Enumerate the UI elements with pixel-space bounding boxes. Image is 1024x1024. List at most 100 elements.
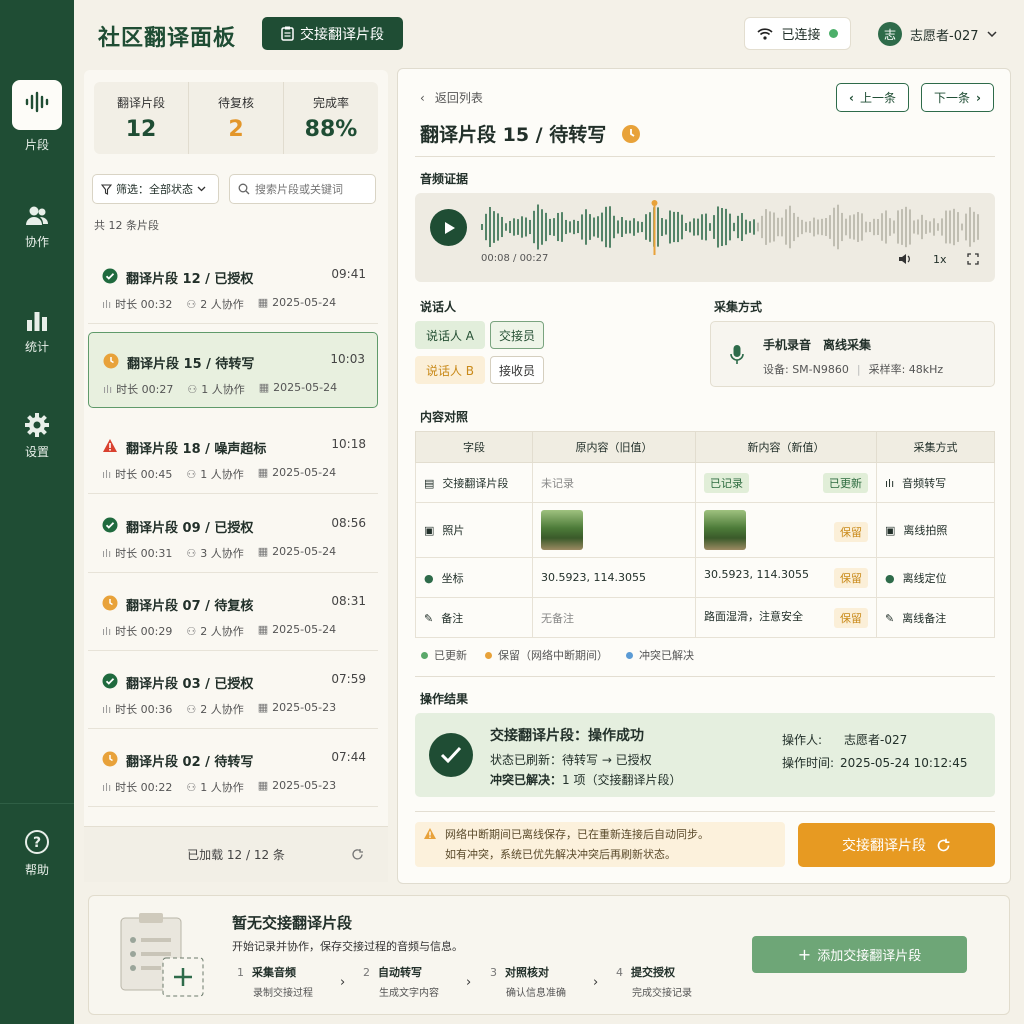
user-name: 志愿者-027 (910, 28, 979, 44)
list-footer: 已加载 12 / 12 条 (84, 826, 388, 882)
field-name: 交接翻译片段 (442, 476, 509, 490)
users-icon: ⚇ (186, 547, 197, 560)
segment-item-duration: 时长 00:36 (115, 703, 173, 716)
table-row: ▣ 照片 保留 ▣ 离线拍照 (415, 502, 995, 558)
prev-label: 上一条 (859, 91, 896, 105)
speed-control[interactable]: 1x (933, 253, 947, 266)
segment-item-title: 翻译片段 12 / 已授权 (126, 272, 254, 287)
result-line2: 1 项（交接翻译片段） (562, 773, 682, 787)
segment-item-date: 2025-05-24 (273, 381, 338, 394)
old-value: 无备注 (532, 597, 696, 638)
handover-label: 交接翻译片段 (842, 838, 926, 854)
audio-waveform[interactable] (480, 199, 985, 259)
list-item[interactable]: 翻译片段 12 / 已授权 09:41 ılı 时长 00:32 ⚇ 2 人协作 ▦ 2025… (88, 248, 378, 324)
time-current: 00:08 (481, 253, 510, 264)
device-info: 设备: SM-N9860 (763, 363, 849, 376)
status-filter[interactable]: 筛选：全部状态 (92, 174, 219, 204)
add-segment-label: 添加交接翻译片段 (817, 949, 922, 964)
clock-status-icon (621, 125, 640, 143)
calendar-icon: ▦ (258, 381, 270, 394)
handover-top-button[interactable]: 交接翻译片段 (262, 17, 403, 50)
clock-icon (103, 353, 119, 372)
refresh-icon[interactable] (351, 848, 364, 861)
sidebar-item-label: 片段 (24, 138, 49, 152)
stat-value: 88% (304, 117, 358, 142)
list-item[interactable]: 翻译片段 15 / 待转写 10:03 ılı 时长 00:27 ⚇ 1 人协作 ▦ 2025… (88, 332, 378, 408)
list-item[interactable]: 翻译片段 18 / 噪声超标 10:18 ılı 时长 00:45 ⚇ 1 人协作 ▦ 202… (88, 418, 378, 494)
playhead-knob (651, 200, 658, 206)
result-line2-label: 冲突已解决： (490, 773, 563, 787)
capture-method-cell: 离线定位 (902, 571, 947, 585)
capture-method-cell: 音频转写 (902, 476, 947, 490)
note-line2: 如有冲突，系统已优先解决冲突后再刷新状态。 (445, 848, 676, 861)
step-3: 3 对照核对 确认信息准确 (490, 966, 566, 999)
table-legend: 已更新 保留（网络中断期间） 冲突已解决 (421, 647, 694, 663)
handover-top-label: 交接翻译片段 (300, 26, 384, 43)
segment-item-title: 翻译片段 03 / 已授权 (126, 677, 254, 692)
new-photo-thumbnail[interactable] (704, 510, 746, 550)
warning-icon (102, 438, 118, 456)
chevron-right-icon: › (466, 975, 472, 990)
user-menu[interactable]: 志 志愿者-027 (878, 22, 997, 46)
sidebar-item-help[interactable]: ? 帮助 (0, 829, 74, 878)
empty-desc: 开始记录并协作，保存交接过程的音频与信息。 (232, 940, 463, 953)
sidebar-item-stats[interactable]: 统计 (0, 310, 74, 355)
stat-value: 2 (228, 117, 244, 142)
fullscreen-icon[interactable] (967, 253, 979, 265)
result-title: 交接翻译片段：操作成功 (490, 728, 644, 744)
segment-item-collab: 1 人协作 (200, 468, 244, 481)
segment-item-title: 翻译片段 18 / 噪声超标 (126, 442, 267, 457)
check-circle-icon (102, 268, 118, 287)
page-title: 翻译片段 15 / 待转写 (420, 120, 641, 147)
location-pin-icon: ● (885, 571, 895, 585)
play-button[interactable] (430, 209, 467, 246)
segment-item-date: 2025-05-24 (272, 466, 337, 479)
list-item[interactable]: 翻译片段 03 / 已授权 07:59 ılı 时长 00:36 ⚇ 2 人协作 ▦ 2025… (88, 653, 378, 729)
waveform-icon: ılı (102, 298, 112, 311)
avatar: 志 (878, 22, 902, 46)
segment-item-date: 2025-05-23 (272, 701, 337, 714)
search-box[interactable] (229, 174, 376, 204)
volume-icon[interactable] (898, 253, 912, 265)
users-icon: ⚇ (186, 468, 197, 481)
stats-card: 翻译片段 12 待复核 2 完成率 88% (94, 82, 378, 154)
back-to-list[interactable]: ‹ 返回列表 (420, 89, 483, 106)
next-button[interactable]: 下一条 › (921, 83, 994, 112)
operator-value: 志愿者-027 (844, 733, 908, 747)
sidebar-item-collab[interactable]: 协作 (0, 205, 74, 250)
segment-item-title: 翻译片段 02 / 待转写 (126, 755, 254, 770)
capture-card: 手机录音 离线采集 设备: SM-N9860 | 采样率: 48kHz (710, 321, 995, 387)
prev-button[interactable]: ‹ 上一条 (836, 83, 909, 112)
new-value: 30.5923, 114.3055 (704, 567, 809, 581)
sidebar-item-settings[interactable]: 设置 (0, 413, 74, 460)
handover-button[interactable]: 交接翻译片段 (798, 823, 995, 867)
list-item[interactable]: 翻译片段 09 / 已授权 08:56 ılı 时长 00:31 ⚇ 3 人协作 ▦ 2025… (88, 497, 378, 573)
clipboard-icon (281, 26, 294, 41)
segment-item-collab: 1 人协作 (200, 781, 244, 794)
svg-text:?: ? (33, 835, 41, 851)
clock-icon (102, 595, 118, 614)
sidebar-item-segments[interactable]: 片段 (0, 80, 74, 153)
empty-title: 暂无交接翻译片段 (232, 914, 353, 932)
play-icon (444, 221, 455, 234)
segment-item-collab: 3 人协作 (200, 547, 244, 560)
search-input[interactable] (255, 182, 365, 196)
list-item[interactable]: 翻译片段 07 / 待复核 08:31 ılı 时长 00:29 ⚇ 2 人协作 ▦ 2025… (88, 575, 378, 651)
wifi-icon (757, 27, 774, 40)
calendar-icon: ▦ (257, 623, 269, 636)
role-a-chip: 交接员 (490, 321, 544, 349)
legend-kept: 保留（网络中断期间） (498, 649, 608, 662)
segment-item-time: 07:44 (331, 750, 366, 764)
chevron-down-icon (986, 31, 997, 37)
sidebar: 片段 协作 统计 设置 ? 帮助 (0, 0, 74, 1024)
sidebar-item-label: 协作 (24, 235, 49, 249)
calendar-icon: ▦ (257, 701, 269, 714)
list-item[interactable]: 翻译片段 02 / 待转写 07:44 ılı 时长 00:22 ⚇ 1 人协作 ▦ 2025… (88, 731, 378, 807)
table-row: ▤ 交接翻译片段 未记录 已记录 已更新 ılı 音频转写 (415, 462, 995, 503)
check-circle-icon (102, 673, 118, 692)
old-photo-thumbnail[interactable] (541, 510, 583, 550)
help-icon: ? (25, 830, 49, 854)
new-value: 路面湿滑，注意安全 (704, 609, 803, 623)
users-icon: ⚇ (186, 703, 197, 716)
add-segment-button[interactable]: + 添加交接翻译片段 (752, 936, 967, 973)
